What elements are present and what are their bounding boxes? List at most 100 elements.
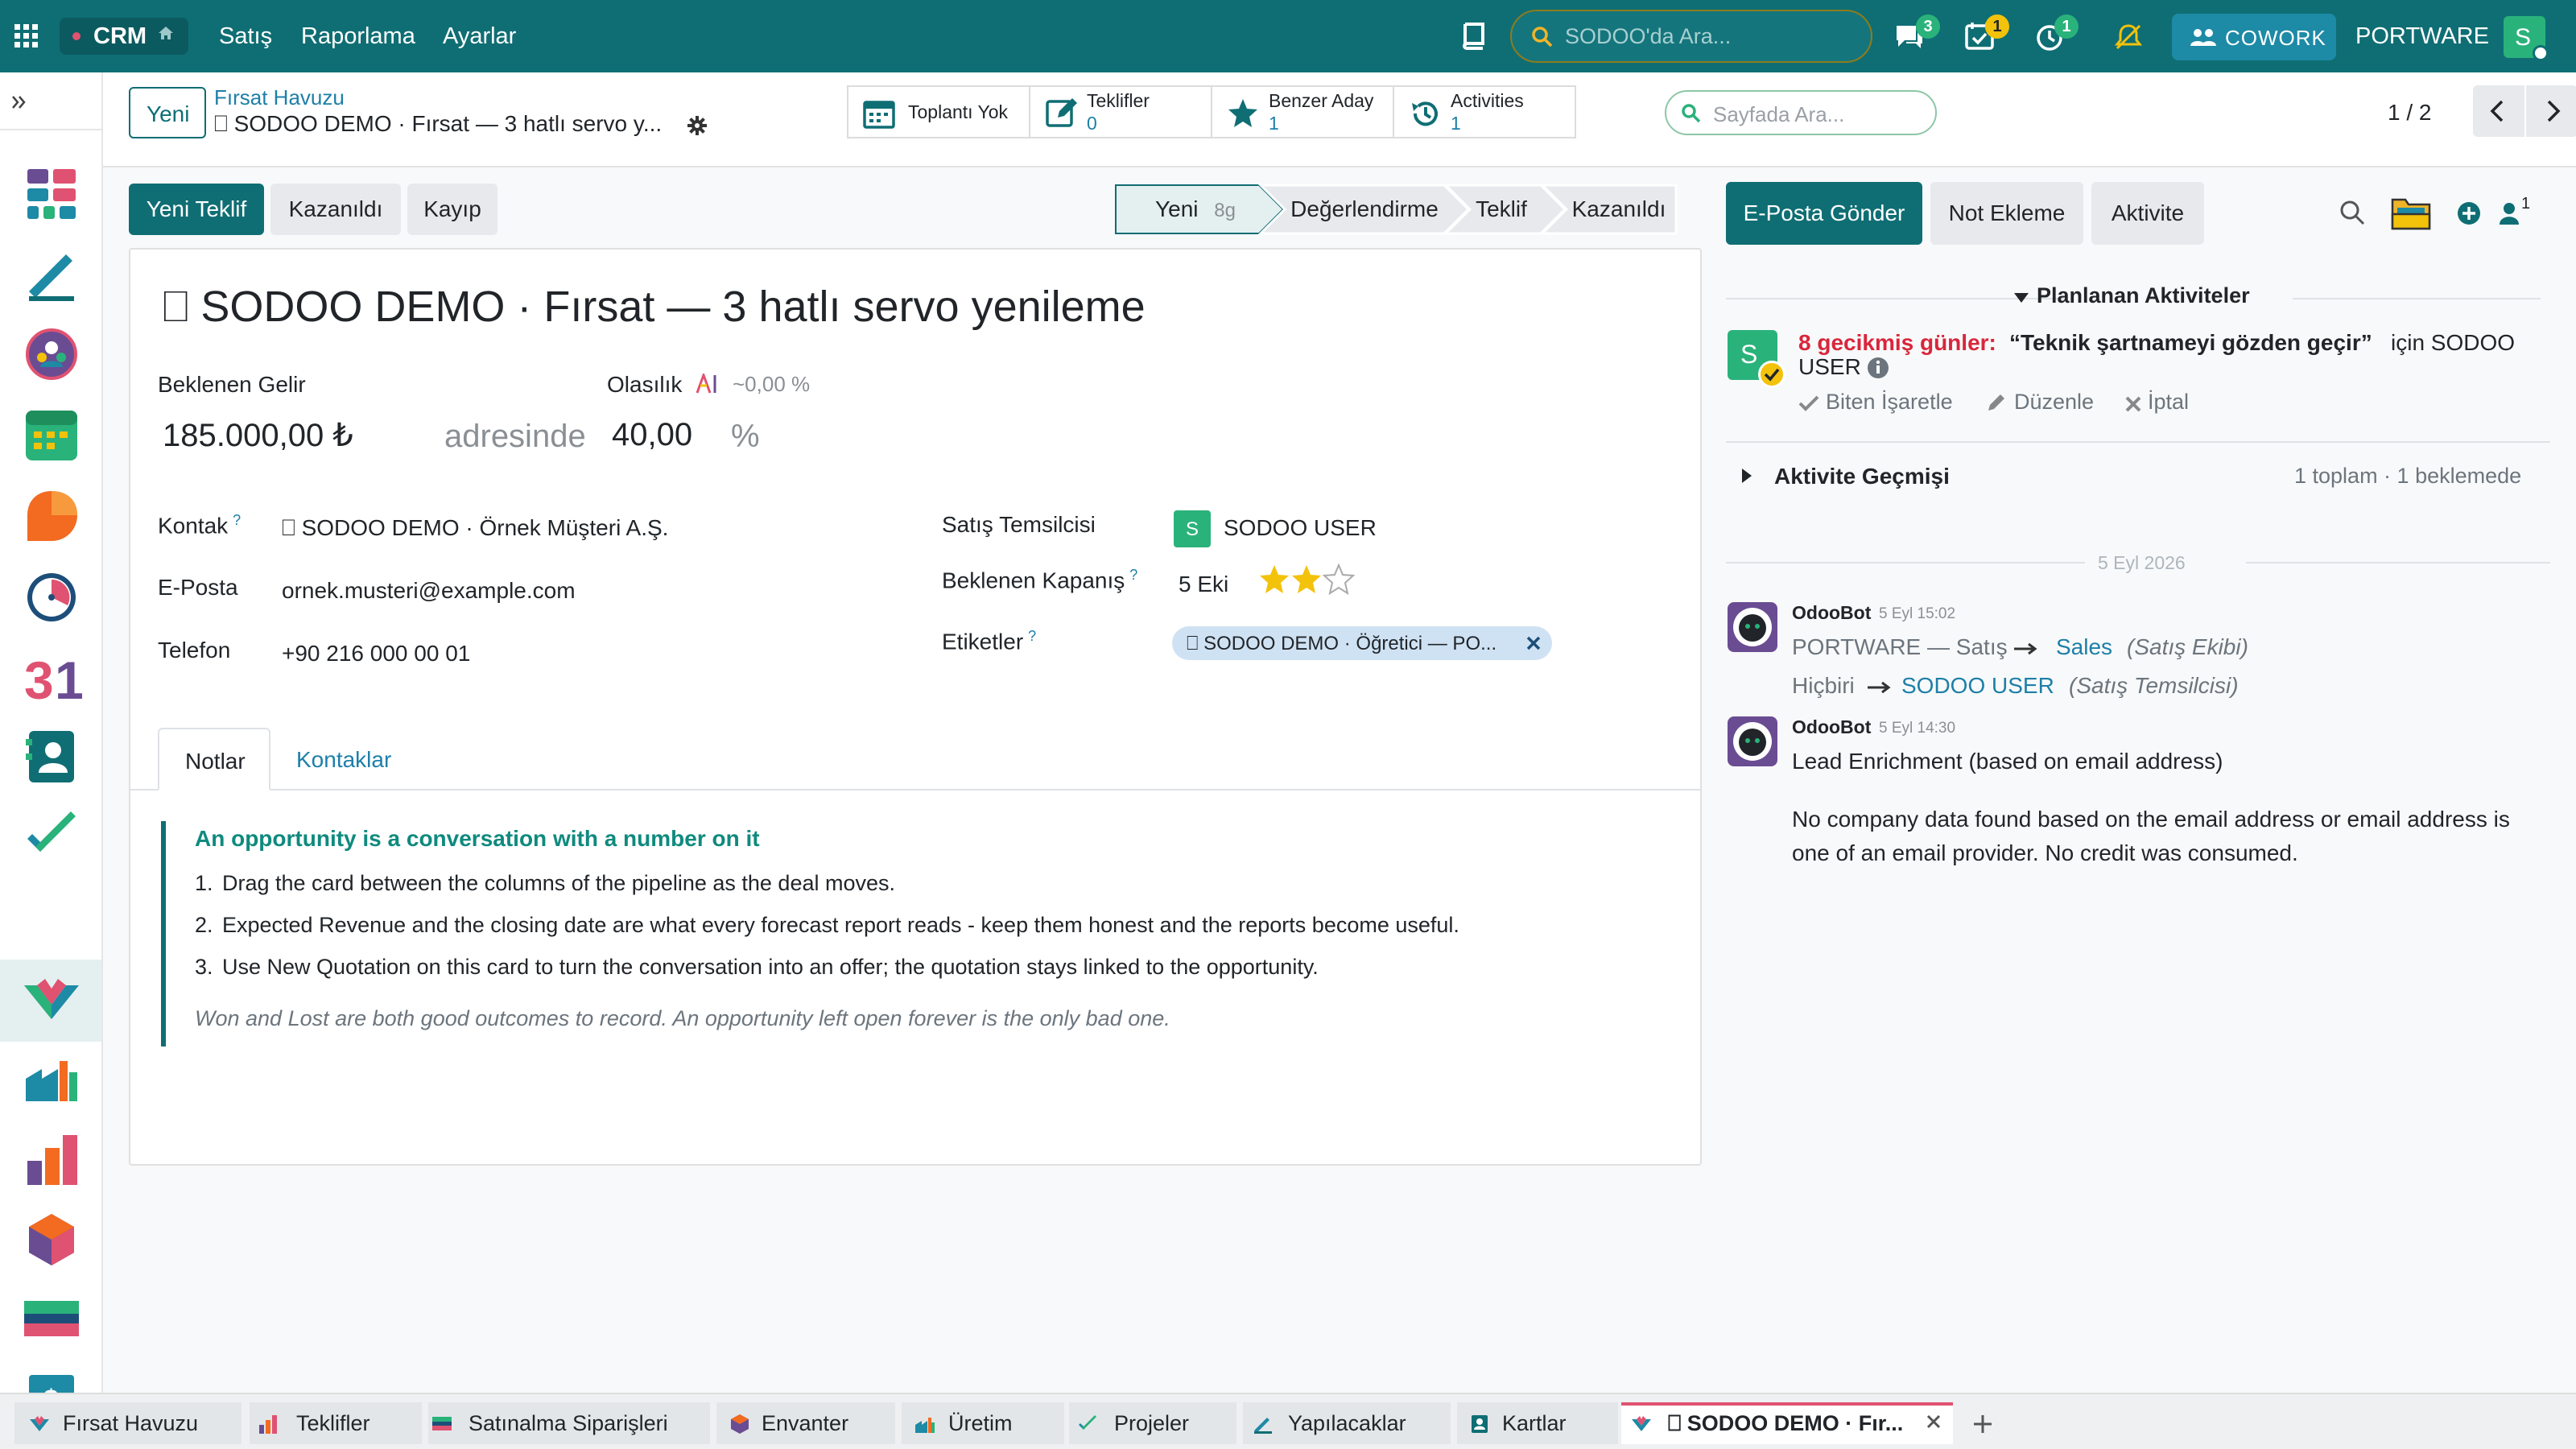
won-button[interactable]: Kazanıldı — [270, 184, 401, 235]
stage-qualified[interactable]: Değerlendirme — [1280, 184, 1449, 235]
date-divider-left — [1726, 562, 2096, 564]
bottom-tab-manufacturing[interactable]: Üretim — [902, 1402, 1064, 1444]
pager-previous-button[interactable] — [2473, 85, 2524, 137]
sidebar-app-team-icon[interactable] — [21, 324, 82, 385]
stage-won[interactable]: Kazanıldı — [1558, 184, 1679, 235]
smart-quotations-label: Teklifler — [1087, 90, 1150, 111]
attachments-folder-icon[interactable] — [2391, 195, 2431, 230]
followers-button[interactable]: 1 — [2499, 195, 2547, 229]
svg-text:3: 3 — [24, 650, 54, 707]
message-author[interactable]: OdooBot — [1792, 602, 1871, 624]
notes-heading: An opportunity is a conversation with a … — [195, 826, 760, 851]
pager-next-button[interactable] — [2526, 85, 2576, 137]
sidebar-app-inventory-icon[interactable] — [21, 1209, 82, 1270]
bottom-tab-todo[interactable]: Yapılacaklar — [1243, 1402, 1451, 1444]
activity-user-avatar-letter: S — [1740, 340, 1758, 369]
sidebar-app-contacts-icon[interactable] — [21, 726, 82, 787]
bottom-tab-inventory[interactable]: Envanter — [716, 1402, 895, 1444]
smart-meetings-button[interactable]: Toplantı Yok — [847, 85, 1030, 138]
smart-quotations-button[interactable]: Teklifler 0 — [1029, 85, 1212, 138]
contact-value[interactable]: ⎕ SODOO DEMO · Örnek Müşteri A.Ş. — [282, 515, 668, 542]
arrow-right-icon — [2014, 642, 2037, 655]
sidebar-app-reports-icon[interactable] — [21, 1129, 82, 1190]
current-app[interactable]: CRM — [60, 18, 188, 55]
sidebar-app-purchase-icon[interactable] — [21, 1290, 82, 1351]
smart-similar-lead-button[interactable]: Benzer Aday 1 — [1211, 85, 1394, 138]
menu-reporting[interactable]: Raporlama — [301, 0, 415, 72]
sidebar-app-todo-icon[interactable] — [21, 243, 82, 304]
message-time: 5 Eyl 15:02 — [1879, 605, 1956, 622]
menu-sales[interactable]: Satış — [219, 0, 272, 72]
opportunity-title[interactable]: ⎕ SODOO DEMO · Fırsat — 3 hatlı servo ye… — [163, 282, 1146, 332]
add-tab-icon[interactable] — [1972, 1414, 1993, 1435]
activity-info-icon[interactable] — [1868, 357, 1889, 378]
bottom-tab-projects[interactable]: Projeler — [1069, 1402, 1236, 1444]
bottom-tab-current-record[interactable]: ⎕ SODOO DEMO · Fır... — [1621, 1402, 1953, 1444]
stage-proposition[interactable]: Teklif — [1457, 184, 1546, 235]
salesperson-value[interactable]: SODOO USER — [1224, 515, 1377, 541]
log-note-button[interactable]: Not Ekleme — [1930, 182, 2083, 245]
tab-contacts[interactable]: Kontaklar — [296, 747, 391, 773]
probability-value[interactable]: 40,00 — [612, 417, 692, 453]
priority-star-empty-icon — [1322, 564, 1356, 596]
chatter-panel: E-Posta Gönder Not Ekleme Aktivite 1 Pla… — [1702, 167, 2576, 1393]
smart-activities-button[interactable]: Activities 1 — [1393, 85, 1576, 138]
search-messages-icon[interactable] — [2339, 200, 2365, 225]
schedule-activity-button[interactable]: Aktivite — [2091, 182, 2204, 245]
message-author[interactable]: OdooBot — [1792, 716, 1871, 738]
sidebar-app-dashboard-icon[interactable] — [21, 163, 82, 224]
close-icon[interactable] — [1526, 636, 1541, 650]
do-not-disturb-icon[interactable] — [2114, 23, 2143, 52]
bottom-tab-pipeline[interactable]: Fırsat Havuzu — [14, 1402, 242, 1444]
send-email-button[interactable]: E-Posta Gönder — [1726, 182, 1922, 245]
priority-star-icon — [1260, 565, 1289, 593]
expected-closing-value[interactable]: 5 Eki — [1179, 572, 1228, 597]
priority-stars[interactable] — [1259, 564, 1364, 596]
planned-activities-title: Planlanan Aktiviteler — [2037, 283, 2250, 308]
lost-button[interactable]: Kayıp — [407, 184, 497, 235]
sidebar-app-calendar-icon[interactable] — [21, 404, 82, 465]
tag-badge[interactable]: ⎕ SODOO DEMO · Öğretici — PO... — [1172, 626, 1552, 660]
add-follower-icon[interactable] — [2457, 201, 2481, 225]
chevron-right-icon — [2547, 100, 2561, 122]
sidebar-app-manufacturing-icon[interactable] — [21, 1048, 82, 1109]
sidebar-app-project-icon[interactable] — [21, 807, 82, 868]
bottom-tab-quotations[interactable]: Teklifler — [250, 1402, 422, 1444]
user-avatar[interactable]: S — [2504, 16, 2549, 61]
global-search[interactable]: SODOO'da Ara... — [1510, 10, 1872, 63]
bottom-tab-cards[interactable]: Kartlar — [1457, 1402, 1618, 1444]
probability-label: Olasılık — [607, 372, 683, 397]
sidebar-expand-icon[interactable] — [11, 95, 26, 109]
pager-value[interactable]: 1 / 2 — [2388, 100, 2431, 126]
expected-revenue-value[interactable]: 185.000,00 ₺ — [163, 417, 353, 454]
tracking-field: (Satış Temsilcisi) — [2069, 673, 2239, 698]
page-search-input[interactable]: Sayfada Ara... — [1665, 90, 1937, 135]
sidebar-divider — [0, 129, 101, 130]
apps-menu-icon[interactable] — [14, 24, 39, 48]
breadcrumb-parent[interactable]: Fırsat Havuzu — [214, 85, 345, 110]
activity-history-summary: 1 toplam · 1 beklemede — [2294, 464, 2522, 488]
sidebar-app-discuss-icon[interactable] — [21, 485, 82, 546]
email-value[interactable]: ornek.musteri@example.com — [282, 578, 576, 604]
edit-document-icon — [1045, 97, 1079, 129]
probability-percent: % — [731, 419, 760, 454]
new-quotation-button[interactable]: Yeni Teklif — [129, 184, 264, 235]
purchase-icon — [432, 1417, 452, 1430]
new-record-button[interactable]: Yeni — [129, 87, 206, 138]
stage-new[interactable]: Yeni 8g — [1127, 184, 1264, 235]
bottom-tab-label: Teklifler — [296, 1411, 370, 1435]
activities-badge: 1 — [1985, 14, 2009, 39]
cowork-button[interactable]: COWORK — [2172, 14, 2336, 60]
close-tab-icon[interactable] — [1926, 1414, 1942, 1430]
knowledge-book-icon[interactable] — [1459, 21, 1488, 50]
bottom-tab-purchase-orders[interactable]: Satınalma Siparişleri — [428, 1402, 710, 1444]
phone-value[interactable]: +90 216 000 00 01 — [282, 641, 470, 667]
sidebar-app-calendar31-icon[interactable]: 31 — [21, 646, 82, 707]
menu-settings[interactable]: Ayarlar — [443, 0, 516, 72]
sidebar-app-timesheet-icon[interactable] — [21, 565, 82, 626]
company-switcher[interactable]: PORTWARE — [2355, 0, 2489, 72]
notes-content[interactable]: An opportunity is a conversation with a … — [161, 821, 1674, 1046]
gear-icon[interactable] — [686, 114, 708, 137]
sidebar-app-crm-icon[interactable] — [21, 969, 82, 1030]
tab-notes[interactable]: Notlar — [158, 728, 270, 791]
